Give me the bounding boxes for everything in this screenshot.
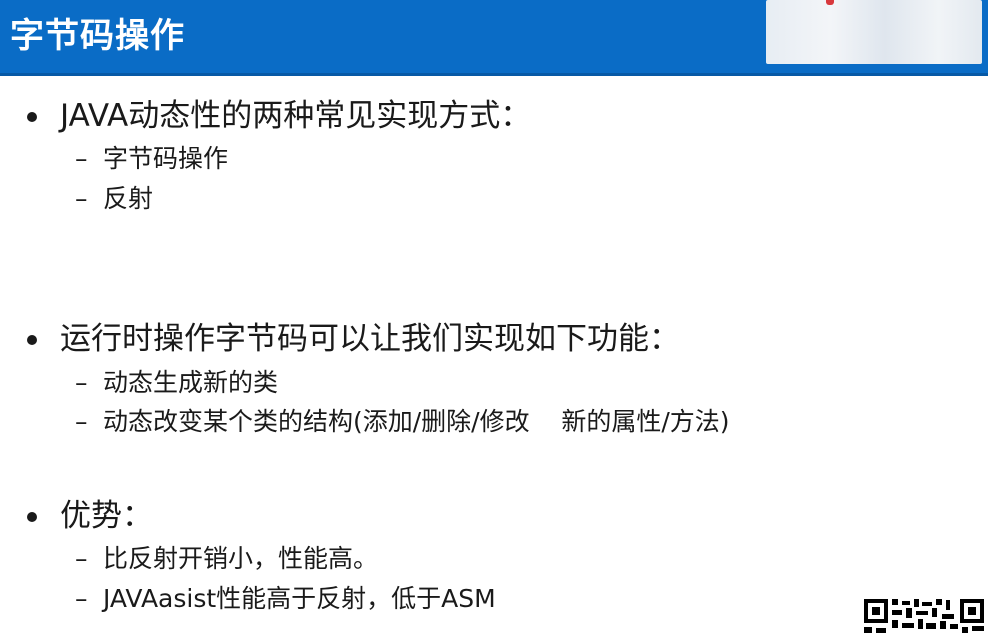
sub-item: – 比反射开销小，性能高。: [75, 546, 378, 571]
sub-item-text: 字节码操作: [103, 144, 229, 173]
dash-marker: –: [75, 407, 88, 436]
bullet-dot: [27, 112, 37, 122]
sub-item-text: 动态生成新的类: [103, 368, 279, 397]
dash-marker: –: [75, 184, 88, 213]
dash-marker: –: [75, 144, 88, 173]
sub-item: – JAVAasist性能高于反射，低于ASM: [75, 586, 496, 611]
dash-marker: –: [75, 584, 88, 613]
section-heading-2: 运行时操作字节码可以让我们实现如下功能：: [60, 321, 680, 357]
bullet-dot: [27, 512, 37, 522]
section-heading-3: 优势：: [60, 498, 153, 534]
sub-item-text: 动态改变某个类的结构(添加/删除/修改 新的属性/方法): [103, 407, 730, 436]
qr-code-icon: [862, 596, 988, 635]
sub-item: – 动态生成新的类: [75, 370, 278, 395]
sub-item: – 字节码操作: [75, 146, 228, 171]
sub-item-text: 比反射开销小，性能高。: [103, 544, 379, 573]
slide-body: JAVA动态性的两种常见实现方式： – 字节码操作 – 反射 运行时操作字节码可以让…: [0, 0, 988, 635]
section-heading-1: JAVA动态性的两种常见实现方式：: [60, 98, 532, 134]
sub-item: – 反射: [75, 186, 153, 211]
dash-marker: –: [75, 544, 88, 573]
bullet-dot: [27, 335, 37, 345]
sub-item: – 动态改变某个类的结构(添加/删除/修改 新的属性/方法): [75, 409, 730, 434]
sub-item-text: JAVAasist性能高于反射，低于ASM: [103, 584, 496, 613]
dash-marker: –: [75, 368, 88, 397]
sub-item-text: 反射: [103, 184, 154, 213]
